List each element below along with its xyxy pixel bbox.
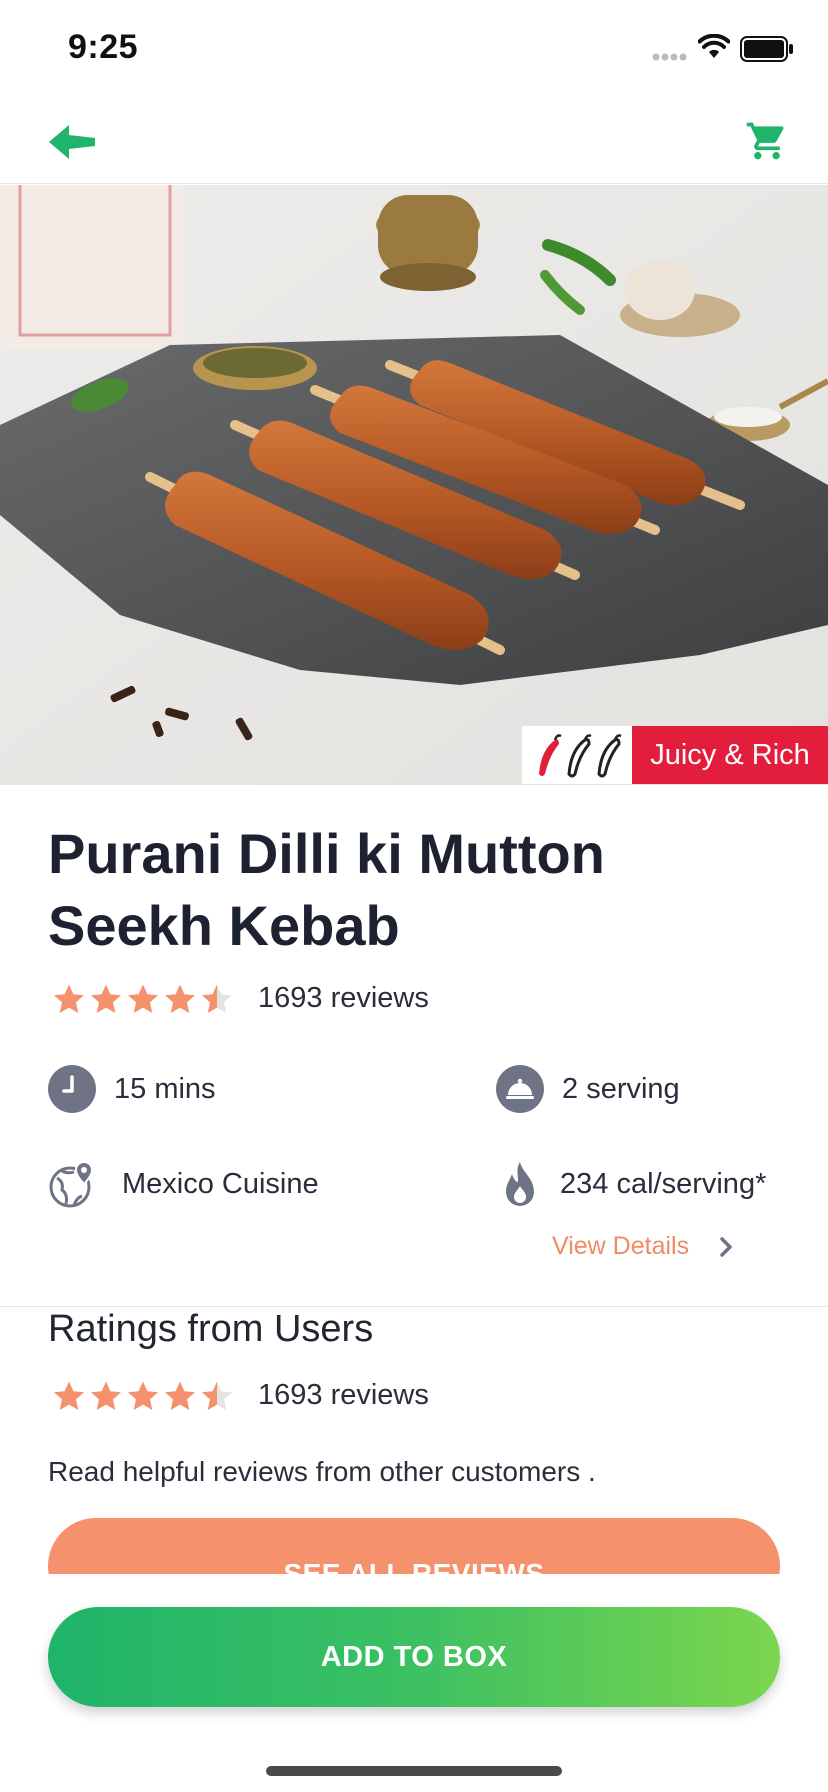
status-bar: 9:25	[0, 0, 828, 100]
view-details-link[interactable]: View Details	[552, 1232, 733, 1261]
cart-button[interactable]	[742, 116, 792, 166]
bottom-action-bar: ADD TO BOX	[0, 1574, 828, 1792]
star-icon	[165, 984, 195, 1013]
servings-unit: serving	[586, 1072, 680, 1105]
cuisine: Mexico Cuisine	[48, 1160, 319, 1208]
status-time: 9:25	[68, 28, 139, 66]
review-count: 1693 reviews	[258, 1379, 429, 1412]
product-title: Purani Dilli ki Mutton Seekh Kebab	[48, 818, 788, 962]
star-icon	[91, 984, 121, 1013]
view-details-label: View Details	[552, 1232, 690, 1260]
calories: 234 cal/serving*	[496, 1160, 766, 1208]
kebab-photo	[0, 185, 828, 785]
star-icon	[165, 1381, 195, 1410]
calories-unit: cal/serving*	[616, 1167, 767, 1200]
ratings-section-title: Ratings from Users	[48, 1308, 374, 1350]
signal-icon	[652, 53, 687, 61]
title-line-2: Seekh Kebab	[48, 894, 400, 957]
cloche-icon	[496, 1065, 544, 1113]
flame-icon	[506, 1162, 534, 1206]
star-icon	[202, 984, 232, 1013]
review-count: 1693 reviews	[258, 982, 429, 1015]
nav-bar	[0, 100, 828, 184]
wifi-icon	[698, 34, 730, 58]
calories-value: 234	[560, 1167, 609, 1200]
add-to-box-button[interactable]: ADD TO BOX	[48, 1607, 780, 1707]
chili-icon	[539, 734, 622, 778]
globe-pin-icon	[49, 1160, 94, 1208]
star-rating	[52, 983, 234, 1015]
title-line-1: Purani Dilli ki Mutton	[48, 822, 605, 885]
star-icon	[54, 984, 84, 1013]
home-indicator	[266, 1766, 562, 1776]
product-image[interactable]	[0, 185, 828, 785]
chevron-right-icon	[720, 1236, 732, 1257]
arrow-left-icon	[49, 125, 95, 159]
badge-label: Juicy & Rich	[632, 726, 828, 784]
prep-time-unit: mins	[154, 1072, 216, 1105]
spice-badge: Juicy & Rich	[522, 726, 828, 784]
star-icon	[202, 1381, 232, 1410]
prep-time-value: 15	[114, 1072, 147, 1105]
product-rating[interactable]: 1693 reviews	[52, 982, 429, 1015]
star-rating	[52, 1380, 234, 1412]
review-count-number: 1693	[258, 1379, 323, 1411]
battery-icon	[740, 36, 793, 62]
review-count-word: reviews	[330, 982, 429, 1014]
star-icon	[128, 984, 158, 1013]
review-count-number: 1693	[258, 982, 323, 1014]
clock-icon	[48, 1065, 96, 1113]
cuisine-label: Mexico Cuisine	[122, 1167, 319, 1200]
servings: 2 serving	[496, 1065, 680, 1113]
prep-time: 15 mins	[48, 1065, 216, 1113]
chili-rating	[522, 726, 632, 784]
back-button[interactable]	[44, 118, 100, 166]
user-rating: 1693 reviews	[52, 1379, 429, 1412]
review-count-word: reviews	[330, 1379, 429, 1411]
section-divider	[0, 1306, 828, 1307]
star-icon	[128, 1381, 158, 1410]
star-icon	[91, 1381, 121, 1410]
star-icon	[54, 1381, 84, 1410]
servings-value: 2	[562, 1072, 579, 1105]
cart-icon	[746, 122, 784, 160]
reviews-helper-text: Read helpful reviews from other customer…	[48, 1456, 596, 1487]
